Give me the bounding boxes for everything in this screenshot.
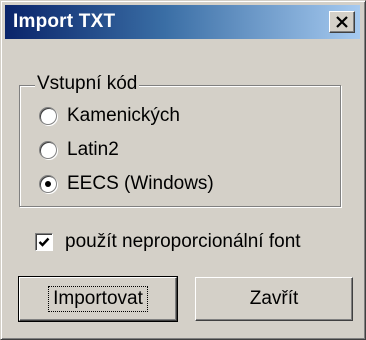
close-button-label: Zavřít (249, 288, 299, 309)
import-button-label: Importovat (48, 286, 148, 312)
close-icon (336, 16, 348, 28)
close-button[interactable]: Zavřít (195, 277, 353, 321)
import-button[interactable]: Importovat (18, 276, 178, 322)
radio-button[interactable] (39, 175, 57, 193)
radio-option-eecs-windows[interactable]: EECS (Windows) (39, 171, 214, 197)
title-bar[interactable]: Import TXT (5, 5, 360, 39)
monospace-font-option[interactable]: použít neproporcionální font (35, 229, 301, 255)
radio-selected-dot (45, 181, 51, 187)
radio-button[interactable] (39, 141, 57, 159)
radio-label: Latin2 (67, 139, 119, 160)
monospace-font-checkbox[interactable] (35, 233, 53, 251)
checkmark-icon (38, 237, 50, 247)
input-encoding-legend: Vstupní kód (35, 73, 140, 95)
radio-label: Kamenických (67, 105, 180, 126)
close-window-button[interactable] (329, 11, 355, 33)
radio-option-latin2[interactable]: Latin2 (39, 137, 119, 163)
window-title: Import TXT (13, 11, 116, 32)
monospace-font-label: použít neproporcionální font (65, 231, 301, 252)
radio-option-kamenickych[interactable]: Kamenických (39, 103, 180, 129)
radio-label: EECS (Windows) (67, 173, 214, 194)
radio-button[interactable] (39, 107, 57, 125)
import-txt-dialog: Import TXT Vstupní kód Kamenických Latin… (0, 0, 366, 340)
